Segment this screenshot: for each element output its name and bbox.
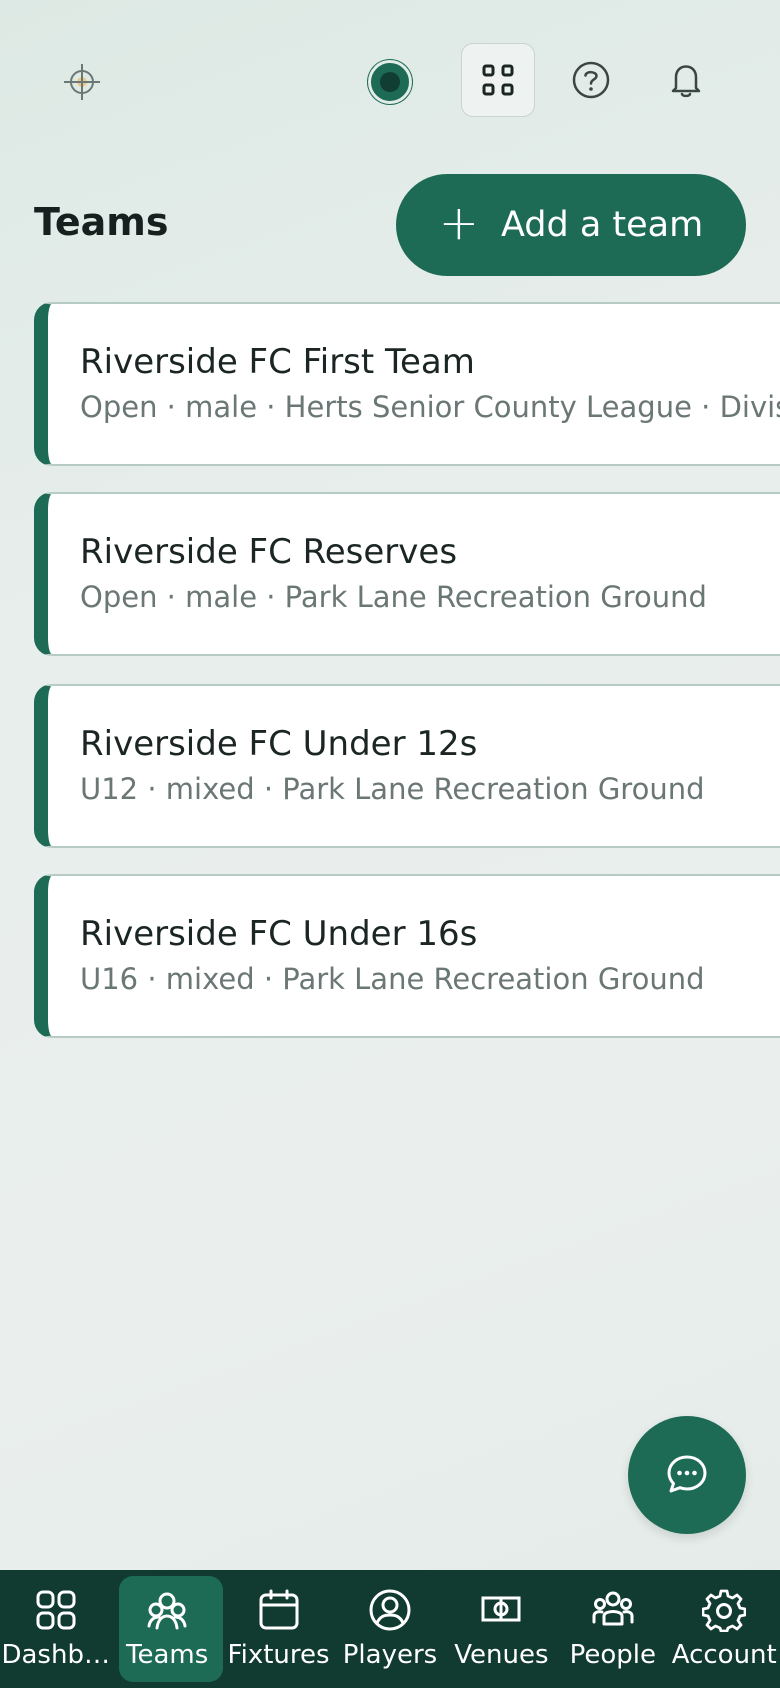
team-meta: U12 · mixed · Park Lane Recreation Groun… [80, 772, 705, 806]
bell-icon [671, 65, 701, 98]
team-list: Riverside FC First Team Open · male · He… [34, 302, 780, 1066]
team-meta: Open · male · Park Lane Recreation Groun… [80, 580, 707, 614]
team-card[interactable]: Riverside FC First Team Open · male · He… [34, 302, 780, 466]
team-card[interactable]: Riverside FC Reserves Open · male · Park… [34, 492, 780, 656]
team-name: Riverside FC Reserves [80, 532, 458, 572]
nav-item-people[interactable]: People [557, 1570, 668, 1688]
nav-label: Account [671, 1640, 777, 1670]
nav-item-players[interactable]: Players [334, 1570, 445, 1688]
teams-icon [147, 1592, 187, 1630]
team-meta: U16 · mixed · Park Lane Recreation Groun… [80, 962, 705, 996]
apps-button[interactable] [461, 43, 535, 117]
dashboard-icon [36, 1590, 76, 1630]
nav-item-account[interactable]: Account [669, 1570, 780, 1688]
bottom-nav: Dashb… Teams Fixtures Players Venues Peo… [0, 1570, 780, 1688]
nav-item-teams[interactable]: Teams [111, 1570, 223, 1688]
plus-icon: + [438, 195, 479, 251]
nav-item-fixtures[interactable]: Fixtures [223, 1570, 334, 1688]
nav-label: Dashb… [1, 1640, 110, 1670]
chat-button[interactable] [628, 1416, 746, 1534]
nav-item-dashboard[interactable]: Dashb… [0, 1570, 111, 1688]
pitch-icon [481, 1596, 521, 1622]
team-name: Riverside FC Under 12s [80, 724, 478, 764]
nav-label: Fixtures [227, 1640, 330, 1670]
nav-item-venues[interactable]: Venues [446, 1570, 557, 1688]
nav-label: Players [342, 1640, 438, 1670]
gear-icon [702, 1589, 747, 1632]
notifications-button[interactable] [649, 43, 723, 117]
page-title: Teams [34, 200, 169, 244]
nav-label: People [569, 1640, 657, 1670]
calendar-icon [259, 1589, 299, 1630]
help-circle-icon [572, 61, 610, 99]
add-team-button[interactable]: + Add a team [396, 174, 746, 276]
chat-bubble-icon [667, 1455, 707, 1493]
team-name: Riverside FC First Team [80, 342, 475, 382]
team-name: Riverside FC Under 16s [80, 914, 478, 954]
add-team-label: Add a team [500, 205, 704, 245]
people-icon [592, 1591, 634, 1626]
logo-icon[interactable] [62, 62, 102, 102]
grid-icon [482, 64, 514, 96]
top-bar [0, 0, 780, 160]
help-button[interactable] [554, 43, 628, 117]
status-indicator[interactable] [368, 60, 412, 104]
team-card[interactable]: Riverside FC Under 16s U16 · mixed · Par… [34, 874, 780, 1038]
nav-label: Teams [126, 1640, 209, 1670]
player-icon [369, 1589, 411, 1631]
team-meta: Open · male · Herts Senior County League… [80, 390, 780, 424]
team-card[interactable]: Riverside FC Under 12s U12 · mixed · Par… [34, 684, 780, 848]
nav-label: Venues [454, 1640, 549, 1670]
